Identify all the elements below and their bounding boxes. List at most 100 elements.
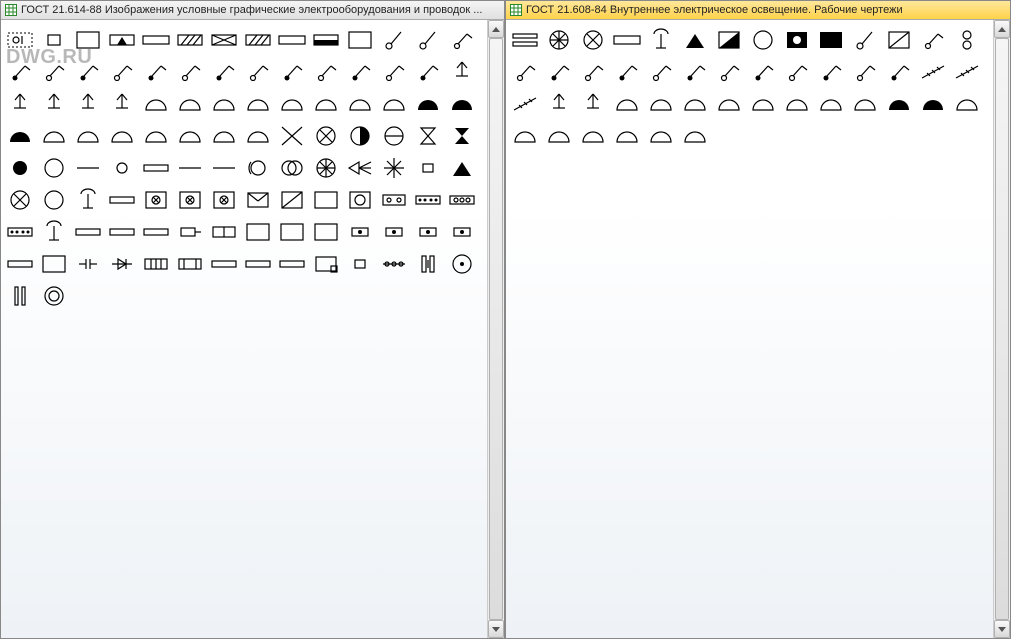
- lamp-dome6-symbol[interactable]: [309, 88, 343, 120]
- switch6-symbol[interactable]: [139, 56, 173, 88]
- tee3-symbol[interactable]: [644, 24, 678, 56]
- rect-diag2-symbol[interactable]: [207, 24, 241, 56]
- lamp-dome-r6-symbol[interactable]: [780, 88, 814, 120]
- lamp-dome2-symbol[interactable]: [173, 88, 207, 120]
- rect-lines-symbol[interactable]: [139, 248, 173, 280]
- rect-slim-symbol[interactable]: [139, 152, 173, 184]
- switch-r11-symbol[interactable]: [780, 56, 814, 88]
- bars-vert-symbol[interactable]: [411, 248, 445, 280]
- rect-block2-symbol[interactable]: [309, 216, 343, 248]
- circle-plain-symbol[interactable]: [37, 184, 71, 216]
- circle-big-symbol[interactable]: [37, 152, 71, 184]
- double-circle-symbol[interactable]: [275, 152, 309, 184]
- rect-cap-symbol[interactable]: [71, 248, 105, 280]
- dot-rect1-symbol[interactable]: [343, 216, 377, 248]
- spark-symbol[interactable]: [377, 152, 411, 184]
- rect-mail-symbol[interactable]: [241, 184, 275, 216]
- lamp-dome13-symbol[interactable]: [173, 120, 207, 152]
- rect-diode-symbol[interactable]: [105, 248, 139, 280]
- rect-tri-top-symbol[interactable]: [105, 24, 139, 56]
- lamp-black-r1-symbol[interactable]: [882, 88, 916, 120]
- circle-x-symbol[interactable]: [3, 184, 37, 216]
- lamp-stem-r1-symbol[interactable]: [542, 88, 576, 120]
- hourglass1-symbol[interactable]: [411, 120, 445, 152]
- line-ticks1-symbol[interactable]: [916, 56, 950, 88]
- rect-5dot2-symbol[interactable]: [3, 216, 37, 248]
- rect-bar2-symbol[interactable]: [105, 216, 139, 248]
- lamp-dome-r10-symbol[interactable]: [508, 120, 542, 152]
- lamp-dome-r15-symbol[interactable]: [678, 120, 712, 152]
- switch8-symbol[interactable]: [207, 56, 241, 88]
- lamp-dome5-symbol[interactable]: [275, 88, 309, 120]
- scroll-track[interactable]: [994, 38, 1010, 620]
- line-ticks2-symbol[interactable]: [950, 56, 984, 88]
- lamp-black2-symbol[interactable]: [445, 88, 479, 120]
- dot-rect4-symbol[interactable]: [445, 216, 479, 248]
- rect-small-symbol[interactable]: [343, 248, 377, 280]
- rect-block1-symbol[interactable]: [275, 216, 309, 248]
- rect-bars-symbol[interactable]: [173, 248, 207, 280]
- panel-right-titlebar[interactable]: ГОСТ 21.608-84 Внутреннее электрическое …: [506, 1, 1010, 20]
- dot-big-symbol[interactable]: [3, 152, 37, 184]
- switch11-symbol[interactable]: [309, 56, 343, 88]
- lamp-dome11-symbol[interactable]: [105, 120, 139, 152]
- lamp-dome-r8-symbol[interactable]: [848, 88, 882, 120]
- spotlight-symbol[interactable]: [343, 152, 377, 184]
- switch14-symbol[interactable]: [411, 56, 445, 88]
- rect-dot2-symbol[interactable]: [377, 184, 411, 216]
- rect-frame2-symbol[interactable]: [37, 248, 71, 280]
- switch3-symbol[interactable]: [37, 56, 71, 88]
- tee-symbol[interactable]: [71, 184, 105, 216]
- scroll-thumb[interactable]: [995, 38, 1009, 620]
- switch-r6-symbol[interactable]: [610, 56, 644, 88]
- rect-long-symbol[interactable]: [139, 24, 173, 56]
- tri-solid-symbol[interactable]: [445, 152, 479, 184]
- rect-outline-symbol[interactable]: [71, 24, 105, 56]
- switch-r2-symbol[interactable]: [916, 24, 950, 56]
- scroll-track[interactable]: [488, 38, 504, 620]
- lamp-dome-r2-symbol[interactable]: [644, 88, 678, 120]
- circle-pie-symbol[interactable]: [309, 152, 343, 184]
- switch-r13-symbol[interactable]: [848, 56, 882, 88]
- rect-bar1-symbol[interactable]: [71, 216, 105, 248]
- circle-stick1-symbol[interactable]: [377, 24, 411, 56]
- lamp-black1-symbol[interactable]: [411, 88, 445, 120]
- rect-black-dot-symbol[interactable]: [780, 24, 814, 56]
- lamp-black3-symbol[interactable]: [3, 120, 37, 152]
- rect-diag1-symbol[interactable]: [173, 24, 207, 56]
- lamp-dome15-symbol[interactable]: [241, 120, 275, 152]
- lamp-stem1-symbol[interactable]: [445, 56, 479, 88]
- lamp-dome3-symbol[interactable]: [207, 88, 241, 120]
- rect-thin-symbol[interactable]: [275, 24, 309, 56]
- circle-pie2-symbol[interactable]: [542, 24, 576, 56]
- double-bar-symbol[interactable]: [3, 280, 37, 312]
- switch-r1-symbol[interactable]: [848, 24, 882, 56]
- socket-dashed-symbol[interactable]: [3, 24, 37, 56]
- switch-r14-symbol[interactable]: [882, 56, 916, 88]
- rect-empty2-symbol[interactable]: [241, 248, 275, 280]
- dash-dot-symbol[interactable]: [71, 152, 105, 184]
- lamp-dome-r9-symbol[interactable]: [950, 88, 984, 120]
- circle-ring-symbol[interactable]: [37, 280, 71, 312]
- rect-target-symbol[interactable]: [343, 184, 377, 216]
- rect-diag-black-symbol[interactable]: [712, 24, 746, 56]
- lamp-stem2-symbol[interactable]: [3, 88, 37, 120]
- switch12-symbol[interactable]: [343, 56, 377, 88]
- scroll-down-button[interactable]: [488, 620, 504, 638]
- rect-slats-symbol[interactable]: [508, 24, 542, 56]
- socket-small-rect-symbol[interactable]: [37, 24, 71, 56]
- circle-dot-symbol[interactable]: [445, 248, 479, 280]
- lamp-dome-r13-symbol[interactable]: [610, 120, 644, 152]
- switch7-symbol[interactable]: [173, 56, 207, 88]
- circle-bracket-symbol[interactable]: [241, 152, 275, 184]
- scrollbar-left[interactable]: [487, 20, 504, 638]
- rect-5dot-symbol[interactable]: [411, 184, 445, 216]
- scroll-up-button[interactable]: [488, 20, 504, 38]
- lamp-stem4-symbol[interactable]: [71, 88, 105, 120]
- rect-grid2-symbol[interactable]: [173, 184, 207, 216]
- rect-half-black-symbol[interactable]: [309, 24, 343, 56]
- line-stick1-symbol[interactable]: [411, 24, 445, 56]
- lamp-dome-r3-symbol[interactable]: [678, 88, 712, 120]
- switch-r12-symbol[interactable]: [814, 56, 848, 88]
- lamp-dome12-symbol[interactable]: [139, 120, 173, 152]
